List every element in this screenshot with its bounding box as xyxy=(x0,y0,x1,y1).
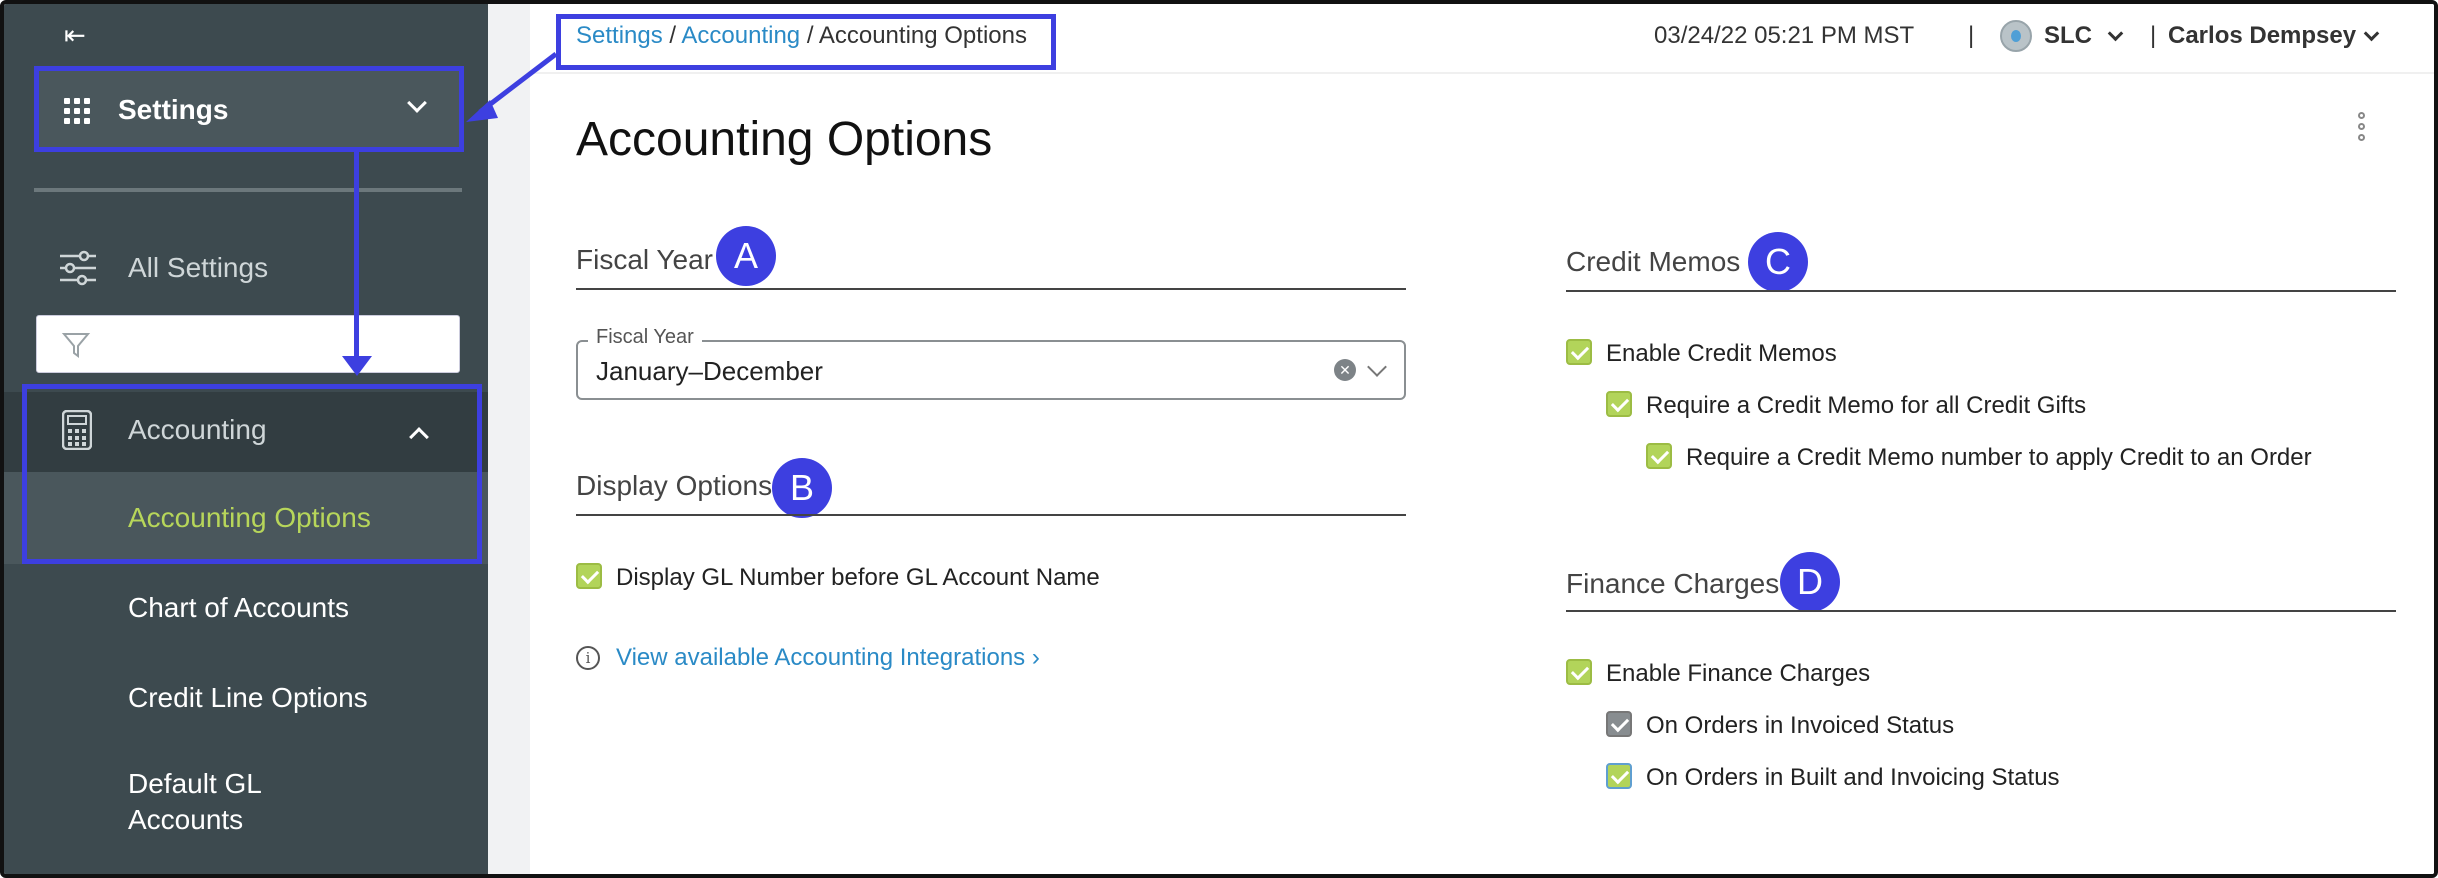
header-divider-bar: | xyxy=(1968,22,1975,49)
annotation-arrow xyxy=(354,152,359,362)
invoiced-status-label: On Orders in Invoiced Status xyxy=(1646,712,1955,739)
finance-charges-rule xyxy=(1566,610,2396,612)
display-options-rule xyxy=(576,514,1406,516)
annotation-badge-d: D xyxy=(1780,552,1840,612)
fiscal-year-value: January–December xyxy=(596,356,823,386)
header-datetime: 03/24/22 05:21 PM MST xyxy=(1654,22,1915,49)
require-credit-memo-number-checkbox[interactable] xyxy=(1646,443,1672,469)
location-selector[interactable]: SLC xyxy=(2044,22,2092,50)
fiscal-year-heading: Fiscal Year xyxy=(576,244,713,275)
finance-charges-heading: Finance Charges xyxy=(1566,568,1780,599)
invoiced-status-checkbox[interactable] xyxy=(1606,711,1632,737)
display-gl-checkbox[interactable] xyxy=(576,563,602,589)
built-invoicing-status-checkbox[interactable] xyxy=(1606,763,1632,789)
sidebar-item-default-gl-accounts[interactable]: Accounts xyxy=(128,802,243,838)
window-frame: ⇤ Settings All Settings Accounting Accou… xyxy=(0,0,2438,878)
highlight-settings-menu xyxy=(34,66,464,152)
content-gutter xyxy=(488,4,530,874)
more-options-icon[interactable] xyxy=(2358,112,2366,142)
sidebar-item-chart-of-accounts[interactable]: Chart of Accounts xyxy=(128,590,349,626)
require-credit-memo-gifts-checkbox[interactable] xyxy=(1606,391,1632,417)
sidebar-item-credit-line-options[interactable]: Credit Line Options xyxy=(128,680,368,716)
enable-credit-memos-checkbox[interactable] xyxy=(1566,339,1592,365)
location-globe-icon[interactable] xyxy=(2000,20,2032,52)
header-divider-bar: | xyxy=(2150,22,2157,49)
user-menu[interactable]: Carlos Dempsey xyxy=(2168,22,2356,50)
annotation-badge-b: B xyxy=(772,458,832,518)
collapse-sidebar-icon[interactable]: ⇤ xyxy=(64,20,86,50)
sidebar-divider xyxy=(34,188,462,192)
highlight-breadcrumb xyxy=(556,14,1056,70)
all-settings-label: All Settings xyxy=(128,252,269,283)
display-options-heading: Display Options xyxy=(576,470,773,501)
fiscal-year-rule xyxy=(576,288,1406,290)
info-icon: i xyxy=(576,646,600,670)
filter-icon xyxy=(61,333,91,358)
page-title: Accounting Options xyxy=(576,113,993,166)
header-divider xyxy=(530,72,2434,74)
credit-memos-heading: Credit Memos xyxy=(1566,246,1741,277)
accounting-integrations-link-text: View available Accounting Integrations xyxy=(616,644,1026,671)
accounting-integrations-link[interactable]: View available Accounting Integrations › xyxy=(616,644,1040,672)
credit-memos-rule xyxy=(1566,290,2396,292)
require-credit-memo-number-label: Require a Credit Memo number to apply Cr… xyxy=(1686,444,2312,471)
annotation-badge-c: C xyxy=(1748,232,1808,292)
annotation-badge-a: A xyxy=(716,226,776,286)
display-gl-label: Display GL Number before GL Account Name xyxy=(616,564,1100,591)
sidebar-item-default-gl[interactable]: Default GL xyxy=(128,766,262,802)
chevron-right-icon: › xyxy=(1031,644,1040,671)
sidebar-item-all-settings[interactable]: All Settings xyxy=(4,236,488,300)
highlight-accounting-options xyxy=(22,384,482,564)
fiscal-year-field-label: Fiscal Year xyxy=(588,326,702,349)
enable-credit-memos-label: Enable Credit Memos xyxy=(1606,340,1837,367)
built-invoicing-status-label: On Orders in Built and Invoicing Status xyxy=(1646,764,2060,791)
enable-finance-charges-label: Enable Finance Charges xyxy=(1606,660,1871,687)
enable-finance-charges-checkbox[interactable] xyxy=(1566,659,1592,685)
sidebar-filter-input[interactable] xyxy=(36,315,460,373)
sliders-icon xyxy=(60,250,96,286)
clear-selection-icon[interactable]: ✕ xyxy=(1334,359,1356,381)
require-credit-memo-gifts-label: Require a Credit Memo for all Credit Gif… xyxy=(1646,392,2087,419)
